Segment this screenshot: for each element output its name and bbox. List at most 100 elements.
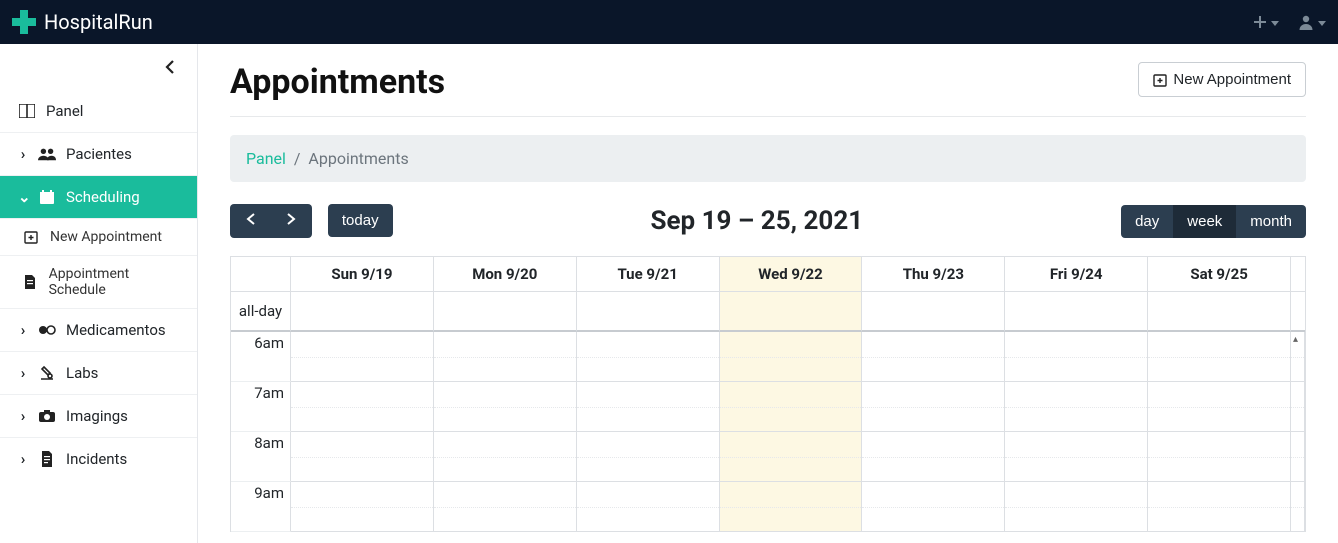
sidebar-sub-new-appointment[interactable]: New Appointment bbox=[0, 218, 197, 255]
calendar-scroll-gutter bbox=[1291, 292, 1305, 332]
time-cell[interactable] bbox=[434, 332, 577, 382]
time-cell[interactable] bbox=[577, 432, 720, 482]
sidebar-sub-appointment-schedule[interactable]: Appointment Schedule bbox=[0, 255, 197, 308]
camera-icon bbox=[38, 409, 56, 423]
calendar-day-header[interactable]: Thu 9/23 bbox=[862, 257, 1005, 292]
calendar-allday-row: all-day bbox=[231, 292, 1305, 332]
sidebar-item-label: Incidents bbox=[66, 450, 127, 468]
calendar-grid: Sun 9/19 Mon 9/20 Tue 9/21 Wed 9/22 Thu … bbox=[230, 256, 1306, 532]
time-cell[interactable] bbox=[577, 332, 720, 382]
user-icon bbox=[1297, 13, 1315, 31]
time-cell[interactable] bbox=[862, 382, 1005, 432]
calendar-next-button[interactable] bbox=[271, 204, 312, 238]
calendar-day-header[interactable]: Sat 9/25 bbox=[1148, 257, 1291, 292]
sidebar-item-label: Labs bbox=[66, 364, 98, 382]
time-cell[interactable] bbox=[434, 382, 577, 432]
time-cell[interactable] bbox=[577, 482, 720, 532]
sidebar-item-label: Imagings bbox=[66, 407, 128, 425]
calendar-day-header[interactable]: Fri 9/24 bbox=[1005, 257, 1148, 292]
sidebar-item-label: Pacientes bbox=[66, 145, 132, 163]
calendar-view-group: day week month bbox=[1121, 205, 1306, 238]
patients-icon bbox=[38, 147, 56, 161]
chevron-right-icon: › bbox=[18, 145, 28, 163]
calendar-header-row: Sun 9/19 Mon 9/20 Tue 9/21 Wed 9/22 Thu … bbox=[231, 257, 1305, 292]
calendar-day-header[interactable]: Mon 9/20 bbox=[434, 257, 577, 292]
sidebar-item-label: Scheduling bbox=[66, 188, 140, 206]
time-cell[interactable] bbox=[291, 482, 434, 532]
time-cell[interactable] bbox=[862, 332, 1005, 382]
sidebar-item-labs[interactable]: › Labs bbox=[0, 351, 197, 394]
calendar-view-day[interactable]: day bbox=[1121, 205, 1173, 238]
sidebar-item-medicamentos[interactable]: › Medicamentos bbox=[0, 308, 197, 351]
calendar-scroll-gutter bbox=[1291, 257, 1305, 292]
time-label: 8am bbox=[231, 432, 291, 482]
pills-icon bbox=[38, 323, 56, 337]
sidebar-sub-label: New Appointment bbox=[50, 229, 162, 245]
caret-down-icon bbox=[1271, 21, 1279, 26]
chevron-down-icon: ⌄ bbox=[18, 188, 28, 206]
breadcrumb-current: Appointments bbox=[308, 149, 408, 168]
calendar-day-header[interactable]: Wed 9/22 bbox=[720, 257, 863, 292]
time-cell[interactable] bbox=[291, 432, 434, 482]
allday-cell[interactable] bbox=[862, 292, 1005, 332]
time-cell[interactable] bbox=[862, 482, 1005, 532]
time-cell[interactable] bbox=[1148, 382, 1291, 432]
calendar-body[interactable]: ▴ 6am 7am bbox=[231, 332, 1305, 532]
calendar-view-month[interactable]: month bbox=[1236, 205, 1306, 238]
calendar-scroll-gutter[interactable] bbox=[1291, 382, 1305, 432]
sidebar-collapse-button[interactable] bbox=[0, 44, 197, 90]
allday-cell[interactable] bbox=[434, 292, 577, 332]
brand-name: HospitalRun bbox=[44, 10, 153, 34]
calendar-day-header[interactable]: Sun 9/19 bbox=[291, 257, 434, 292]
time-cell[interactable] bbox=[434, 482, 577, 532]
time-cell[interactable] bbox=[720, 482, 863, 532]
topbar-add-button[interactable] bbox=[1252, 14, 1279, 30]
time-cell[interactable] bbox=[1005, 432, 1148, 482]
breadcrumb-root[interactable]: Panel bbox=[246, 149, 286, 168]
page-title: Appointments bbox=[230, 62, 445, 102]
time-cell[interactable] bbox=[1005, 332, 1148, 382]
time-cell[interactable] bbox=[720, 382, 863, 432]
time-cell[interactable] bbox=[1005, 482, 1148, 532]
sidebar-item-incidents[interactable]: › Incidents bbox=[0, 437, 197, 480]
top-bar: HospitalRun bbox=[0, 0, 1338, 44]
calendar-plus-icon bbox=[22, 230, 40, 244]
allday-cell[interactable] bbox=[1005, 292, 1148, 332]
sidebar-item-scheduling[interactable]: ⌄ Scheduling bbox=[0, 175, 197, 218]
sidebar-item-imagings[interactable]: › Imagings bbox=[0, 394, 197, 437]
allday-cell[interactable] bbox=[291, 292, 434, 332]
time-cell[interactable] bbox=[434, 432, 577, 482]
time-cell[interactable] bbox=[1148, 482, 1291, 532]
main-content: Appointments New Appointment Panel / App… bbox=[198, 44, 1338, 543]
calendar-prev-button[interactable] bbox=[230, 204, 271, 238]
topbar-user-button[interactable] bbox=[1297, 13, 1326, 31]
time-cell[interactable] bbox=[1005, 382, 1148, 432]
calendar-scroll-gutter[interactable] bbox=[1291, 332, 1305, 382]
time-cell[interactable] bbox=[1148, 332, 1291, 382]
new-appointment-button[interactable]: New Appointment bbox=[1138, 62, 1306, 97]
brand[interactable]: HospitalRun bbox=[12, 10, 153, 34]
sidebar-item-panel[interactable]: Panel bbox=[0, 90, 197, 132]
sidebar-item-pacientes[interactable]: › Pacientes bbox=[0, 132, 197, 175]
time-cell[interactable] bbox=[720, 432, 863, 482]
calendar-scroll-gutter[interactable] bbox=[1291, 432, 1305, 482]
calendar-scroll-gutter[interactable] bbox=[1291, 482, 1305, 532]
allday-cell[interactable] bbox=[720, 292, 863, 332]
time-cell[interactable] bbox=[720, 332, 863, 382]
topbar-actions bbox=[1252, 13, 1326, 31]
calendar-view-week[interactable]: week bbox=[1173, 205, 1236, 238]
caret-down-icon bbox=[1318, 21, 1326, 26]
time-cell[interactable] bbox=[1148, 432, 1291, 482]
time-cell[interactable] bbox=[291, 332, 434, 382]
allday-cell[interactable] bbox=[577, 292, 720, 332]
time-label: 9am bbox=[231, 482, 291, 532]
time-cell[interactable] bbox=[291, 382, 434, 432]
time-cell[interactable] bbox=[862, 432, 1005, 482]
calendar-icon bbox=[38, 189, 56, 205]
calendar-nav-group bbox=[230, 204, 312, 238]
allday-cell[interactable] bbox=[1148, 292, 1291, 332]
time-cell[interactable] bbox=[577, 382, 720, 432]
calendar-day-header[interactable]: Tue 9/21 bbox=[577, 257, 720, 292]
chevron-left-icon bbox=[246, 213, 255, 225]
calendar-today-button[interactable]: today bbox=[328, 204, 393, 237]
